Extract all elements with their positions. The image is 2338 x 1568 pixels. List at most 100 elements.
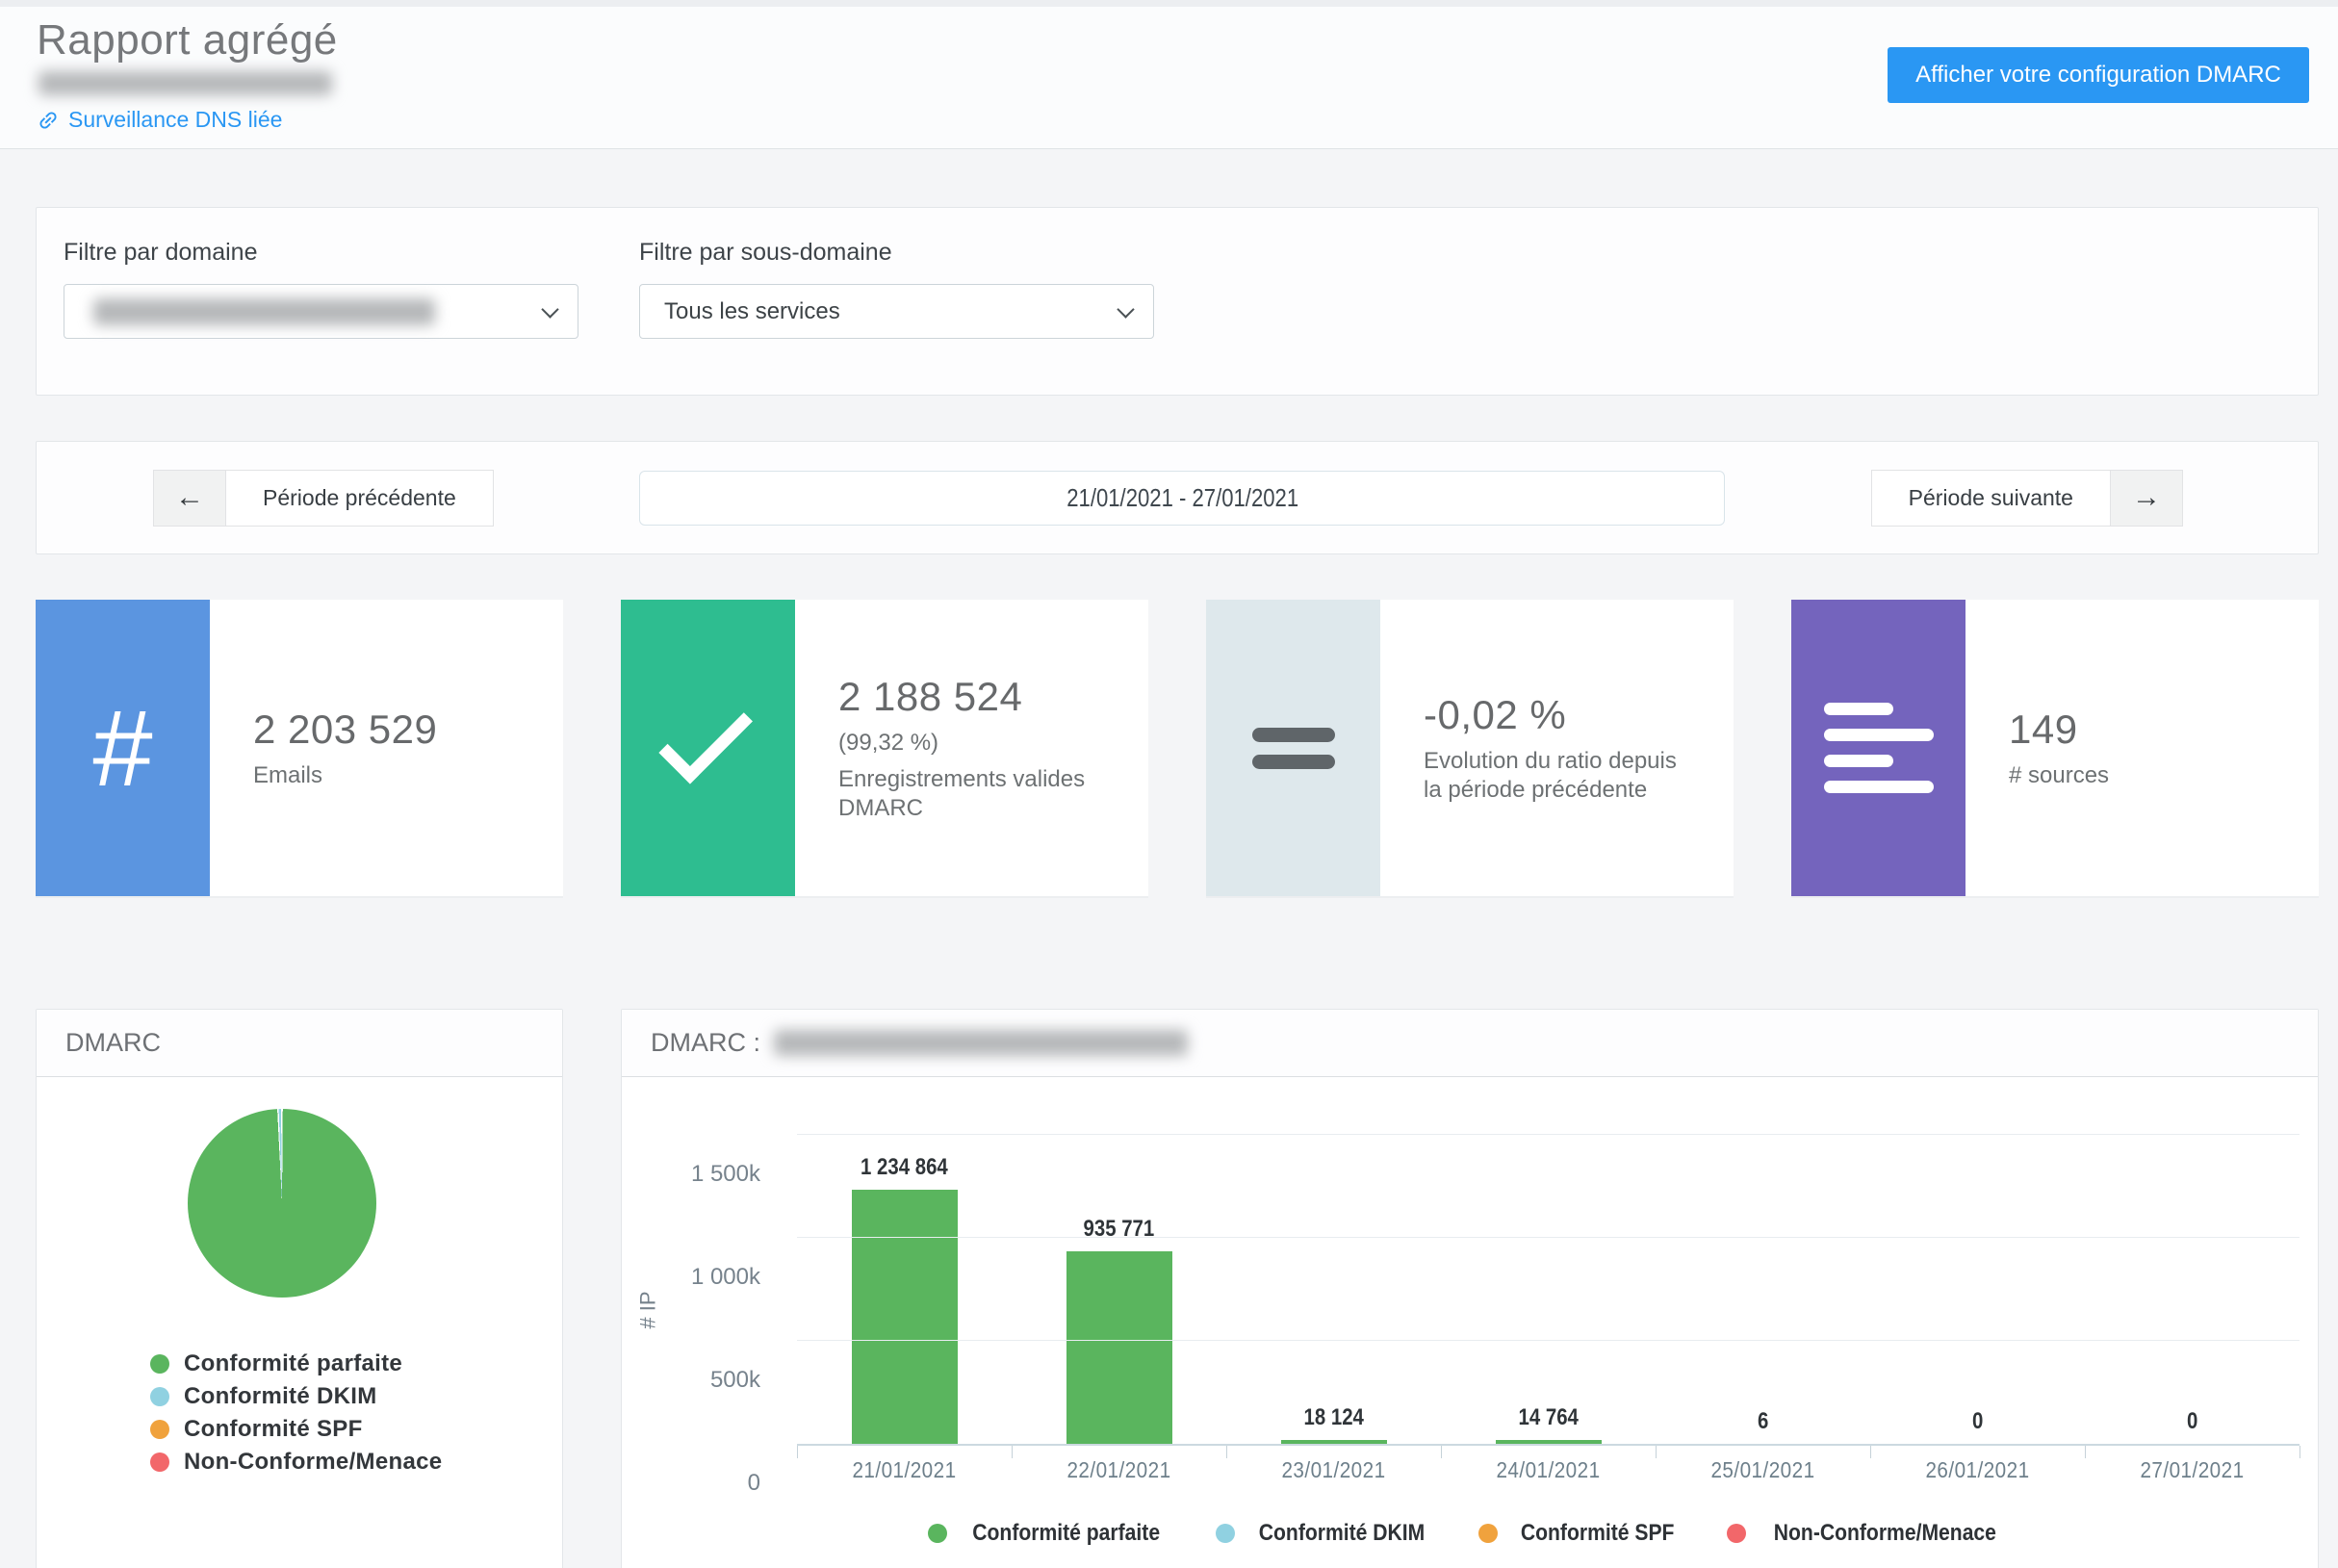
subdomain-filter-label: Filtre par sous-domaine	[639, 239, 1154, 267]
axis-tick	[2085, 1446, 2086, 1458]
previous-period-button-group: ← Période précédente	[153, 470, 494, 527]
stats-row: # 2 203 529 Emails 2 188 524 (99,32 %) E…	[36, 600, 2319, 898]
hash-icon: #	[36, 600, 210, 896]
chevron-down-icon	[541, 300, 558, 318]
page-header: Rapport agrégé Surveillance DNS liée Aff…	[0, 7, 2338, 149]
pie-legend-item[interactable]: Non-Conforme/Menace	[150, 1446, 562, 1478]
emails-count: 2 203 529	[253, 707, 553, 753]
arrow-left-glyph: ←	[175, 481, 204, 514]
list-icon	[1791, 600, 1965, 896]
arrow-left-icon[interactable]: ←	[154, 471, 226, 526]
y-tick-label: 1 000k	[691, 1264, 760, 1291]
show-dmarc-config-button[interactable]: Afficher votre configuration DMARC	[1888, 47, 2309, 103]
bar-column: 1 234 864	[797, 1137, 1012, 1444]
next-period-button-group: Période suivante →	[1871, 470, 2183, 527]
bar	[1496, 1440, 1602, 1444]
date-range-input[interactable]: 21/01/2021 - 27/01/2021	[639, 471, 1725, 526]
axis-tick	[1012, 1446, 1013, 1458]
legend-label: Conformité DKIM	[1258, 1520, 1424, 1547]
ratio-evolution-label: Evolution du ratio depuis la période pré…	[1424, 747, 1693, 804]
subdomain-filter-value: Tous les services	[664, 298, 840, 325]
bar-value-label: 935 771	[1084, 1216, 1155, 1243]
legend-label: Non-Conforme/Menace	[1774, 1520, 1996, 1547]
bar	[1066, 1251, 1172, 1444]
y-axis-ticks: 0500k1 000k1 500k	[675, 1137, 797, 1483]
bar-column: 0	[2085, 1137, 2299, 1444]
bar-column: 6	[1656, 1137, 1870, 1444]
arrow-right-icon[interactable]: →	[2110, 471, 2182, 526]
axis-tick	[1656, 1446, 1657, 1458]
pie-legend: Conformité parfaite Conformité DKIM Confor…	[150, 1348, 562, 1478]
charts-row: DMARC Conformité parfaite Conformité DKIM…	[36, 1009, 2319, 1568]
bar-value-label: 0	[1972, 1408, 1983, 1435]
dmarc-bar-chart: # IP 0500k1 000k1 500k 1 234 864935 7711…	[622, 1137, 2299, 1483]
period-navigation-panel: ← Période précédente 21/01/2021 - 27/01/…	[36, 441, 2319, 554]
axis-tick	[797, 1446, 798, 1458]
y-tick-label: 500k	[710, 1367, 760, 1394]
legend-dot	[1478, 1524, 1498, 1543]
x-axis-labels: 21/01/2021 22/01/2021 23/01/2021 24/01/2021…	[797, 1457, 2299, 1483]
pie-legend-item[interactable]: Conformité parfaite	[150, 1348, 562, 1380]
bar-column: 18 124	[1226, 1137, 1441, 1444]
axis-tick	[2299, 1446, 2300, 1458]
gridline	[797, 1134, 2299, 1135]
bar-panel-header: DMARC :	[622, 1010, 2318, 1077]
check-icon	[621, 600, 795, 896]
bar-value-label: 18 124	[1303, 1404, 1363, 1431]
dmarc-compliance-pie-chart	[188, 1109, 376, 1298]
legend-label: Conformité DKIM	[184, 1383, 376, 1410]
bar-column: 935 771	[1012, 1137, 1226, 1444]
previous-period-button[interactable]: Période précédente	[226, 471, 493, 526]
bar-value-label: 6	[1758, 1408, 1768, 1435]
pie-legend-item[interactable]: Conformité SPF	[150, 1413, 562, 1446]
x-axis-label: 21/01/2021	[808, 1457, 1001, 1483]
bar-legend-item[interactable]: Conformité SPF	[1478, 1520, 1684, 1547]
y-tick-label: 1 500k	[691, 1161, 760, 1188]
legend-dot	[1727, 1524, 1746, 1543]
pie-panel-title: DMARC	[65, 1028, 161, 1058]
domain-filter-label: Filtre par domaine	[64, 239, 578, 267]
axis-tick	[1441, 1446, 1442, 1458]
stat-card-sources: 149 # sources	[1791, 600, 2319, 898]
bar	[1281, 1440, 1387, 1444]
arrow-right-glyph: →	[2132, 481, 2161, 514]
date-range-value: 21/01/2021 - 27/01/2021	[1066, 483, 1298, 513]
valid-dmarc-percent: (99,32 %)	[838, 730, 1139, 757]
dmarc-aggregate-report-page: Rapport agrégé Surveillance DNS liée Aff…	[0, 0, 2338, 1568]
valid-dmarc-label: Enregistrements valides DMARC	[838, 765, 1108, 822]
x-axis-label: 22/01/2021	[1022, 1457, 1216, 1483]
x-axis-label: 24/01/2021	[1452, 1457, 1645, 1483]
bar-value-label: 1 234 864	[861, 1154, 948, 1181]
domain-filter-group: Filtre par domaine	[64, 239, 578, 395]
bar-legend-item[interactable]: Non-Conforme/Menace	[1727, 1520, 2012, 1547]
top-strip	[0, 0, 2338, 7]
bar-legend-item[interactable]: Conformité parfaite	[928, 1520, 1172, 1547]
pie-legend-item[interactable]: Conformité DKIM	[150, 1380, 562, 1413]
bar	[852, 1190, 958, 1444]
equals-icon	[1206, 600, 1380, 896]
legend-dot	[928, 1524, 947, 1543]
emails-label: Emails	[253, 761, 523, 789]
stat-card-emails: # 2 203 529 Emails	[36, 600, 563, 898]
subdomain-filter-select[interactable]: Tous les services	[639, 284, 1154, 339]
legend-dot	[150, 1452, 169, 1472]
next-period-button[interactable]: Période suivante	[1872, 471, 2110, 526]
dmarc-pie-panel: DMARC Conformité parfaite Conformité DKIM…	[36, 1009, 563, 1568]
gridline	[797, 1340, 2299, 1341]
gridline	[797, 1237, 2299, 1238]
x-axis-label: 27/01/2021	[2095, 1457, 2289, 1483]
legend-label: Conformité SPF	[184, 1416, 363, 1443]
bar-legend: Conformité parfaite Conformité DKIM Confor…	[622, 1520, 2318, 1547]
axis-tick	[1870, 1446, 1871, 1458]
x-axis-label: 23/01/2021	[1237, 1457, 1430, 1483]
filters-panel: Filtre par domaine Filtre par sous-domai…	[36, 207, 2319, 396]
ratio-evolution-value: -0,02 %	[1424, 692, 1724, 738]
chevron-down-icon	[1117, 300, 1134, 318]
domain-filter-select[interactable]	[64, 284, 578, 339]
bar-column: 14 764	[1441, 1137, 1656, 1444]
subdomain-filter-group: Filtre par sous-domaine Tous les service…	[639, 239, 1154, 395]
redacted-domain-subtitle	[39, 71, 332, 95]
sources-label: # sources	[2009, 761, 2278, 789]
dns-monitoring-link[interactable]: Surveillance DNS liée	[37, 107, 282, 133]
bar-legend-item[interactable]: Conformité DKIM	[1216, 1520, 1436, 1547]
